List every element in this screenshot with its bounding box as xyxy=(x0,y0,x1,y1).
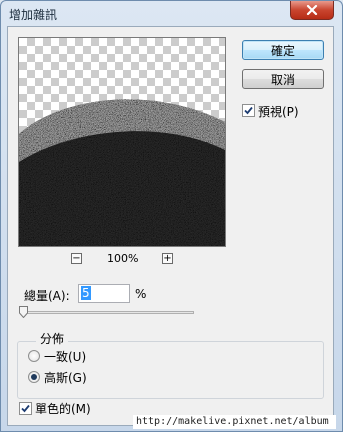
close-icon xyxy=(306,5,318,15)
zoom-level: 100% xyxy=(107,252,139,265)
preview-pane[interactable] xyxy=(18,37,226,247)
amount-value: 5 xyxy=(81,286,91,300)
preview-label: 預視(P) xyxy=(258,105,299,119)
zoom-in-button[interactable]: + xyxy=(162,253,173,264)
preview-checkbox[interactable] xyxy=(242,104,255,117)
amount-slider-track[interactable] xyxy=(22,311,194,314)
cancel-button-label: 取消 xyxy=(270,72,295,87)
ok-button-label: 確定 xyxy=(270,43,295,58)
checkmark-icon xyxy=(21,404,30,413)
amount-input[interactable]: 5 xyxy=(78,284,130,303)
monochromatic-label: 單色的(M) xyxy=(35,402,91,416)
amount-slider-thumb[interactable] xyxy=(19,306,28,318)
ok-button[interactable]: 確定 xyxy=(242,40,324,60)
uniform-radio[interactable] xyxy=(28,350,40,362)
minus-icon: − xyxy=(72,252,81,264)
cancel-button[interactable]: 取消 xyxy=(242,69,324,89)
uniform-label: 一致(U) xyxy=(44,350,87,364)
plus-icon: + xyxy=(163,252,172,264)
checkmark-icon xyxy=(244,106,253,115)
amount-label: 總量(A): xyxy=(24,289,70,303)
amount-unit: % xyxy=(135,287,147,301)
gaussian-label: 高斯(G) xyxy=(44,371,87,385)
monochromatic-checkbox[interactable] xyxy=(19,402,32,415)
dialog-title: 增加雜訊 xyxy=(9,8,58,22)
distribution-title: 分佈 xyxy=(36,330,69,347)
zoom-out-button[interactable]: − xyxy=(71,253,82,264)
watermark-text: http://makelive.pixnet.net/album xyxy=(133,415,336,429)
gaussian-radio[interactable] xyxy=(28,371,40,383)
noise-preview-image xyxy=(19,99,225,246)
close-button[interactable] xyxy=(290,1,334,20)
